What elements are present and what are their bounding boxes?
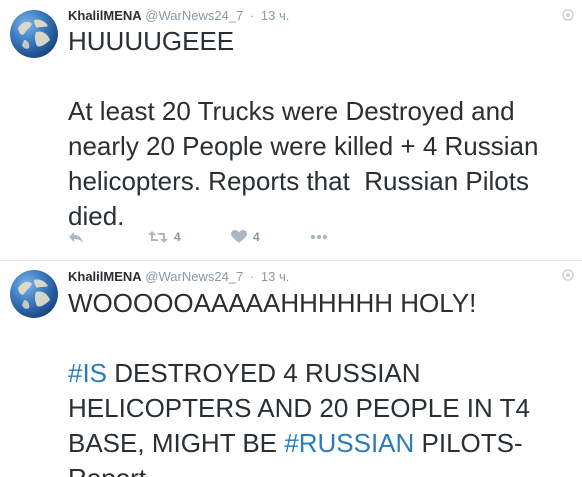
hashtag-link[interactable]: #IS [68, 358, 107, 388]
reply-icon [69, 232, 83, 243]
tweet-actions: 4 4 [68, 226, 468, 248]
tweet-line: Report [68, 463, 146, 477]
heart-icon [231, 230, 247, 243]
hashtag-link[interactable]: #RUSSIAN [284, 428, 414, 458]
options-icon[interactable] [562, 9, 574, 21]
author-avatar[interactable] [10, 270, 58, 318]
tweet-header: KhalilMENA @WarNews24_7 · 13 ч. [68, 8, 289, 24]
more-dots-icon [310, 234, 328, 240]
author-handle[interactable]: @WarNews24_7 [145, 269, 243, 284]
globe-icon [18, 279, 50, 309]
reply-button[interactable] [68, 226, 84, 248]
tweet-text: WOOOOOAAAAAHHHHHH HOLY! #IS DESTROYED 4 … [68, 286, 568, 477]
tweet-line: At least 20 Trucks were Destroyed and [68, 96, 515, 126]
more-button[interactable] [310, 226, 328, 248]
tweet-text: HUUUUGEEE At least 20 Trucks were Destro… [68, 24, 568, 234]
retweet-count: 4 [174, 230, 181, 244]
tweet-line: helicopters. Reports that Russian Pilots [68, 166, 529, 196]
tweet-header: KhalilMENA @WarNews24_7 · 13 ч. [68, 269, 289, 285]
tweet-line: nearly 20 People were killed + 4 Russian [68, 131, 539, 161]
tweet-line: WOOOOOAAAAAHHHHHH HOLY! [68, 288, 477, 318]
tweet-timestamp[interactable]: 13 ч. [261, 8, 289, 23]
tweet-line: PILOTS- [414, 428, 523, 458]
retweet-button[interactable]: 4 [148, 226, 181, 248]
tweet-line: BASE, MIGHT BE [68, 428, 285, 458]
tweet-line: DESTROYED 4 RUSSIAN [107, 358, 421, 388]
tweet-1[interactable]: KhalilMENA @WarNews24_7 · 13 ч. HUUUUGEE… [0, 0, 582, 261]
globe-icon [18, 19, 50, 49]
tweet-line: HUUUUGEEE [68, 26, 235, 56]
separator: · [249, 269, 255, 284]
author-handle[interactable]: @WarNews24_7 [145, 8, 243, 23]
like-button[interactable]: 4 [231, 226, 260, 248]
tweet-timestamp[interactable]: 13 ч. [261, 269, 289, 284]
options-icon[interactable] [562, 269, 574, 281]
like-count: 4 [253, 230, 260, 244]
author-name[interactable]: KhalilMENA [68, 269, 142, 284]
author-avatar[interactable] [10, 10, 58, 58]
tweet-line: HELICOPTERS AND 20 PEOPLE IN T4 [68, 393, 530, 423]
retweet-icon [148, 231, 168, 243]
tweet-2[interactable]: KhalilMENA @WarNews24_7 · 13 ч. WOOOOOAA… [0, 262, 582, 477]
separator: · [249, 8, 255, 23]
author-name[interactable]: KhalilMENA [68, 8, 142, 23]
